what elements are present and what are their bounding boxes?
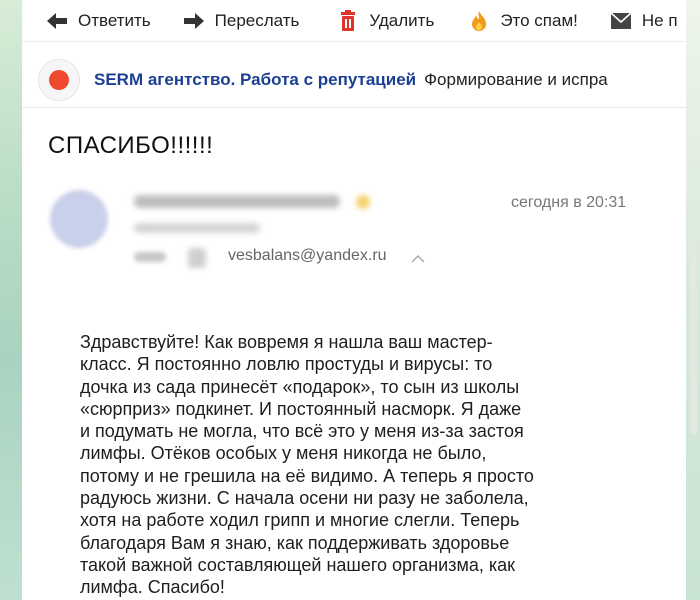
body-line: потому и не грешила на её видимо. А тепе…	[80, 465, 534, 486]
reply-button[interactable]: Ответить	[44, 10, 151, 32]
message-body: Здравствуйте! Как вовремя я нашла ваш ма…	[80, 331, 620, 599]
forward-label: Переслать	[214, 10, 300, 30]
red-dot-icon	[49, 69, 69, 90]
to-label-redacted	[134, 252, 166, 262]
left-background-strip	[0, 0, 22, 600]
body-line: и подумать не могла, что всё это у меня …	[80, 421, 524, 442]
chevron-up-icon[interactable]	[410, 252, 426, 264]
thread-sender[interactable]: SERM агентство. Работа с репутацией	[94, 70, 416, 90]
star-icon[interactable]	[356, 195, 370, 209]
body-line: такой важной составляющей нашего организ…	[80, 554, 516, 575]
body-line: «сюрприз» подкинет. И постоянный насморк…	[80, 398, 522, 419]
body-line: дочка из сада принесёт «подарок», то сын…	[80, 376, 520, 397]
body-line: хотя на работе ходил грипп и многие слег…	[80, 510, 520, 531]
reply-label: Ответить	[78, 10, 151, 30]
thread-header[interactable]: SERM агентство. Работа с репутацией Форм…	[22, 52, 686, 108]
mark-unread-label: Не п	[641, 10, 678, 30]
sender-email-redacted	[134, 223, 260, 233]
trash-icon	[335, 9, 361, 32]
body-line: благодаря Вам я знаю, как поддерживать з…	[80, 532, 510, 553]
delete-button[interactable]: Удалить	[335, 9, 435, 32]
spam-label: Это спам!	[500, 10, 578, 30]
reply-arrow-icon	[44, 10, 70, 32]
message-date: сегодня в 20:31	[511, 194, 627, 211]
spam-button[interactable]: Это спам!	[466, 10, 578, 32]
body-line: лимфы. Отёков особых у меня никогда не б…	[80, 443, 487, 464]
recipient-address[interactable]: vesbalans@yandex.ru	[228, 247, 387, 265]
mark-unread-button[interactable]: Не п	[608, 10, 678, 32]
scrollbar-track[interactable]	[686, 0, 700, 600]
avatar[interactable]	[50, 190, 108, 248]
body-line: класс. Я постоянно ловлю простуды и виру…	[80, 354, 493, 375]
message-subject: СПАСИБО!!!!!!	[48, 132, 214, 159]
thread-indicator[interactable]	[38, 58, 80, 101]
body-line: лимфа. Спасибо!	[80, 577, 225, 598]
forward-button[interactable]: Переслать	[181, 10, 300, 32]
recipient-avatar-icon	[188, 248, 206, 268]
message-toolbar: Ответить Переслать Удалить Это спам! Не …	[22, 0, 686, 42]
forward-arrow-icon	[181, 10, 207, 32]
body-line: Здравствуйте! Как вовремя я нашла ваш ма…	[80, 332, 493, 352]
thread-snippet: Формирование и испра	[424, 69, 608, 89]
flame-icon	[466, 10, 492, 32]
sender-name-redacted	[134, 195, 340, 208]
envelope-icon	[608, 10, 634, 32]
delete-label: Удалить	[369, 10, 435, 30]
scrollbar-thumb[interactable]	[690, 235, 697, 435]
body-line: радуюсь жизни. С начала осени ни разу не…	[80, 488, 529, 509]
